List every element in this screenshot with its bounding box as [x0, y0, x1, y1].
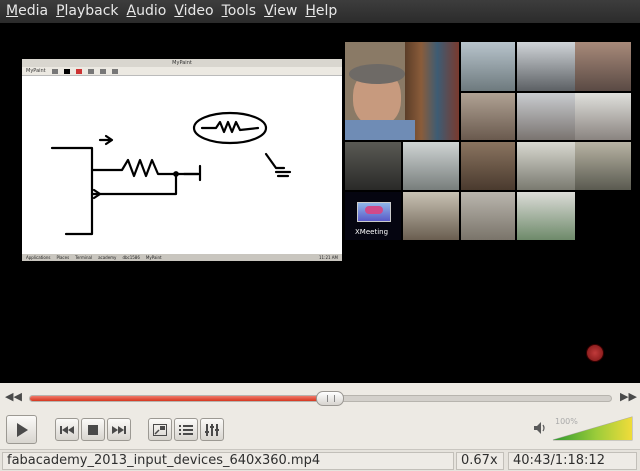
stop-icon: [88, 424, 98, 435]
status-time[interactable]: 40:43/1:18:12: [508, 452, 637, 470]
menu-bar: Media Playback Audio Video Tools View Help: [0, 0, 640, 23]
status-bar: fabacademy_2013_input_devices_640x360.mp…: [0, 449, 640, 471]
previous-button[interactable]: [55, 418, 79, 441]
status-playback-speed[interactable]: 0.67x: [456, 452, 504, 470]
whiteboard-drawing: [50, 111, 292, 236]
seek-progress: [30, 396, 330, 401]
menu-playback[interactable]: Playback: [52, 0, 122, 23]
paint-title: MyPaint: [22, 59, 342, 67]
menu-video[interactable]: Video: [170, 0, 217, 23]
video-conference-grid: XMeeting: [345, 42, 631, 240]
record-indicator-icon: [586, 344, 604, 362]
seek-row: ◀◀ ▶▶: [0, 387, 640, 407]
play-button[interactable]: [6, 415, 37, 444]
xmeeting-label: XMeeting: [355, 228, 389, 236]
menu-tools[interactable]: Tools: [218, 0, 261, 23]
seek-handle[interactable]: [316, 391, 344, 406]
shared-screen-paint-window: MyPaint MyPaint Applications Places Term: [22, 59, 342, 261]
video-area[interactable]: MyPaint MyPaint Applications Places Term: [0, 23, 640, 383]
seek-forward-icon[interactable]: ▶▶: [620, 390, 637, 404]
extended-settings-button[interactable]: [200, 418, 224, 441]
menu-media[interactable]: Media: [2, 0, 52, 23]
volume-slider[interactable]: [552, 416, 634, 441]
speaker-icon[interactable]: [533, 421, 547, 435]
next-button[interactable]: [107, 418, 131, 441]
paint-taskbar: Applications Places Terminal academy dbc…: [22, 254, 342, 261]
controls-panel: ◀◀ ▶▶ 100%: [0, 383, 640, 449]
fullscreen-icon: [153, 423, 167, 436]
xmeeting-tile: XMeeting: [345, 192, 401, 240]
previous-icon: [60, 425, 74, 434]
menu-view[interactable]: View: [260, 0, 301, 23]
status-filename: fabacademy_2013_input_devices_640x360.mp…: [2, 452, 454, 470]
seek-back-icon[interactable]: ◀◀: [5, 390, 22, 404]
playlist-icon: [179, 424, 193, 435]
paint-menu-text: MyPaint: [26, 68, 46, 74]
speaker-video-tile: [345, 42, 459, 140]
menu-help[interactable]: Help: [301, 0, 341, 23]
stop-button[interactable]: [81, 418, 105, 441]
next-icon: [112, 425, 126, 434]
fullscreen-button[interactable]: [148, 418, 172, 441]
paint-toolbar: MyPaint: [22, 67, 342, 76]
playlist-button[interactable]: [174, 418, 198, 441]
play-icon: [16, 422, 28, 437]
extended-settings-icon: [205, 423, 219, 436]
menu-audio[interactable]: Audio: [123, 0, 171, 23]
